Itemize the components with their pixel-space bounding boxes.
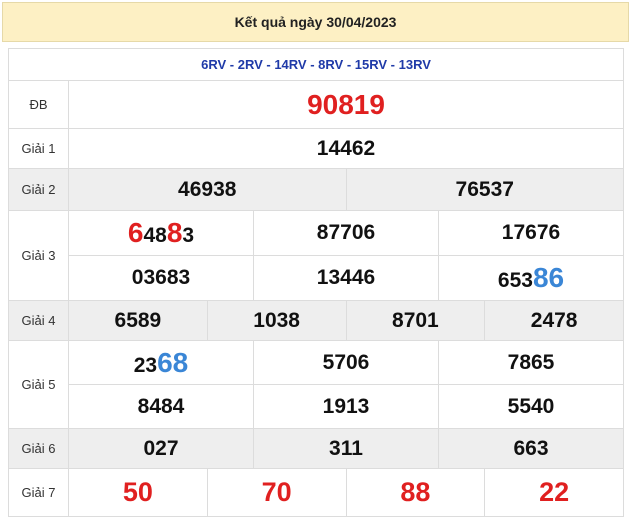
prize-g3-number: 17676 [501, 221, 561, 244]
digit-group: 48 [143, 224, 167, 247]
prize-g3-cell: 65386 [438, 255, 624, 301]
prize-g6-cell: 027 [68, 428, 254, 469]
prize-g7-number: 88 [400, 477, 431, 507]
prize-g1: 14462 [68, 128, 624, 169]
prize-g6-cell: 311 [253, 428, 439, 469]
prize-g5-number: 7865 [507, 350, 555, 374]
prize-g3-number: 64883 [128, 217, 195, 248]
prize-g4-cell: 8701 [345, 300, 486, 341]
ticket-codes: 6RV - 2RV - 14RV - 8RV - 15RV - 13RV [8, 48, 624, 81]
prize-g2-cell: 46938 [68, 168, 347, 211]
prize-g6-number: 663 [513, 436, 549, 460]
prize-label-g1: Giải 1 [8, 128, 69, 169]
prize-label-g7: Giải 7 [8, 468, 69, 517]
prize-label-g3: Giải 3 [8, 210, 69, 301]
prize-g4-number: 2478 [530, 308, 578, 332]
prize-g4-cell: 2478 [484, 300, 624, 341]
digit-group: 23 [133, 353, 158, 377]
prize-label-g6: Giải 6 [8, 428, 69, 469]
prize-g4-cell: 6589 [68, 300, 208, 341]
prize-g3-cell: 17676 [438, 210, 624, 256]
prize-g5-cell: 1913 [253, 384, 439, 429]
prize-g3-number: 13446 [316, 266, 376, 289]
prize-g6-cell: 663 [438, 428, 624, 469]
prize-g1-number: 14462 [316, 136, 376, 160]
prize-special-number: 90819 [307, 88, 385, 120]
highlight-digit: 68 [157, 346, 189, 378]
prize-label-g2: Giải 2 [8, 168, 69, 211]
prize-g7-cell: 22 [484, 468, 624, 517]
prize-g3-cell: 13446 [253, 255, 439, 301]
prize-g3-number: 65386 [497, 262, 564, 293]
prize-g7-number: 22 [539, 477, 570, 507]
digit-group: 3 [182, 224, 195, 247]
prize-g6-number: 027 [143, 436, 179, 460]
prize-g5-cell: 2368 [68, 340, 254, 385]
prize-g4-number: 6589 [114, 308, 162, 332]
prize-g5-cell: 8484 [68, 384, 254, 429]
results-panel: Kết quả ngày 30/04/2023 6RV - 2RV - 14RV… [0, 0, 631, 531]
prize-g7-number: 50 [122, 477, 153, 507]
prize-g5-number: 5706 [322, 350, 370, 374]
results-table: 6RV - 2RV - 14RV - 8RV - 15RV - 13RV ĐB … [8, 48, 624, 517]
prize-g3-cell: 64883 [68, 210, 254, 256]
prize-g2-cell: 76537 [345, 168, 624, 211]
prize-label-db: ĐB [8, 80, 69, 129]
prize-g2-number: 46938 [178, 177, 237, 201]
prize-special: 90819 [68, 80, 624, 129]
highlight-digit: 86 [532, 262, 565, 293]
prize-g2-number: 76537 [455, 177, 514, 201]
prize-g4-number: 1038 [253, 308, 300, 332]
prize-g3-cell: 03683 [68, 255, 254, 301]
highlight-digit: 6 [127, 217, 144, 248]
prize-g5-number: 8484 [137, 394, 185, 418]
prize-g3-number: 87706 [316, 221, 376, 244]
prize-g5-cell: 5540 [438, 384, 624, 429]
prize-g4-number: 8701 [392, 308, 439, 332]
prize-g3-number: 03683 [131, 266, 191, 289]
prize-g3-cell: 87706 [253, 210, 439, 256]
highlight-digit: 8 [166, 217, 183, 248]
prize-label-g4: Giải 4 [8, 300, 69, 341]
prize-g7-number: 70 [261, 477, 292, 507]
prize-g6-number: 311 [329, 436, 363, 460]
prize-g5-cell: 5706 [253, 340, 439, 385]
prize-g5-cell: 7865 [438, 340, 624, 385]
prize-g7-cell: 70 [206, 468, 347, 517]
page-title: Kết quả ngày 30/04/2023 [2, 2, 629, 42]
prize-g5-number: 5540 [507, 394, 555, 418]
prize-g5-number: 2368 [133, 347, 189, 378]
prize-g7-cell: 88 [345, 468, 486, 517]
prize-g5-number: 1913 [322, 394, 370, 418]
prize-label-g5: Giải 5 [8, 340, 69, 429]
prize-g7-cell: 50 [68, 468, 208, 517]
digit-group: 653 [497, 269, 533, 292]
prize-g4-cell: 1038 [206, 300, 347, 341]
